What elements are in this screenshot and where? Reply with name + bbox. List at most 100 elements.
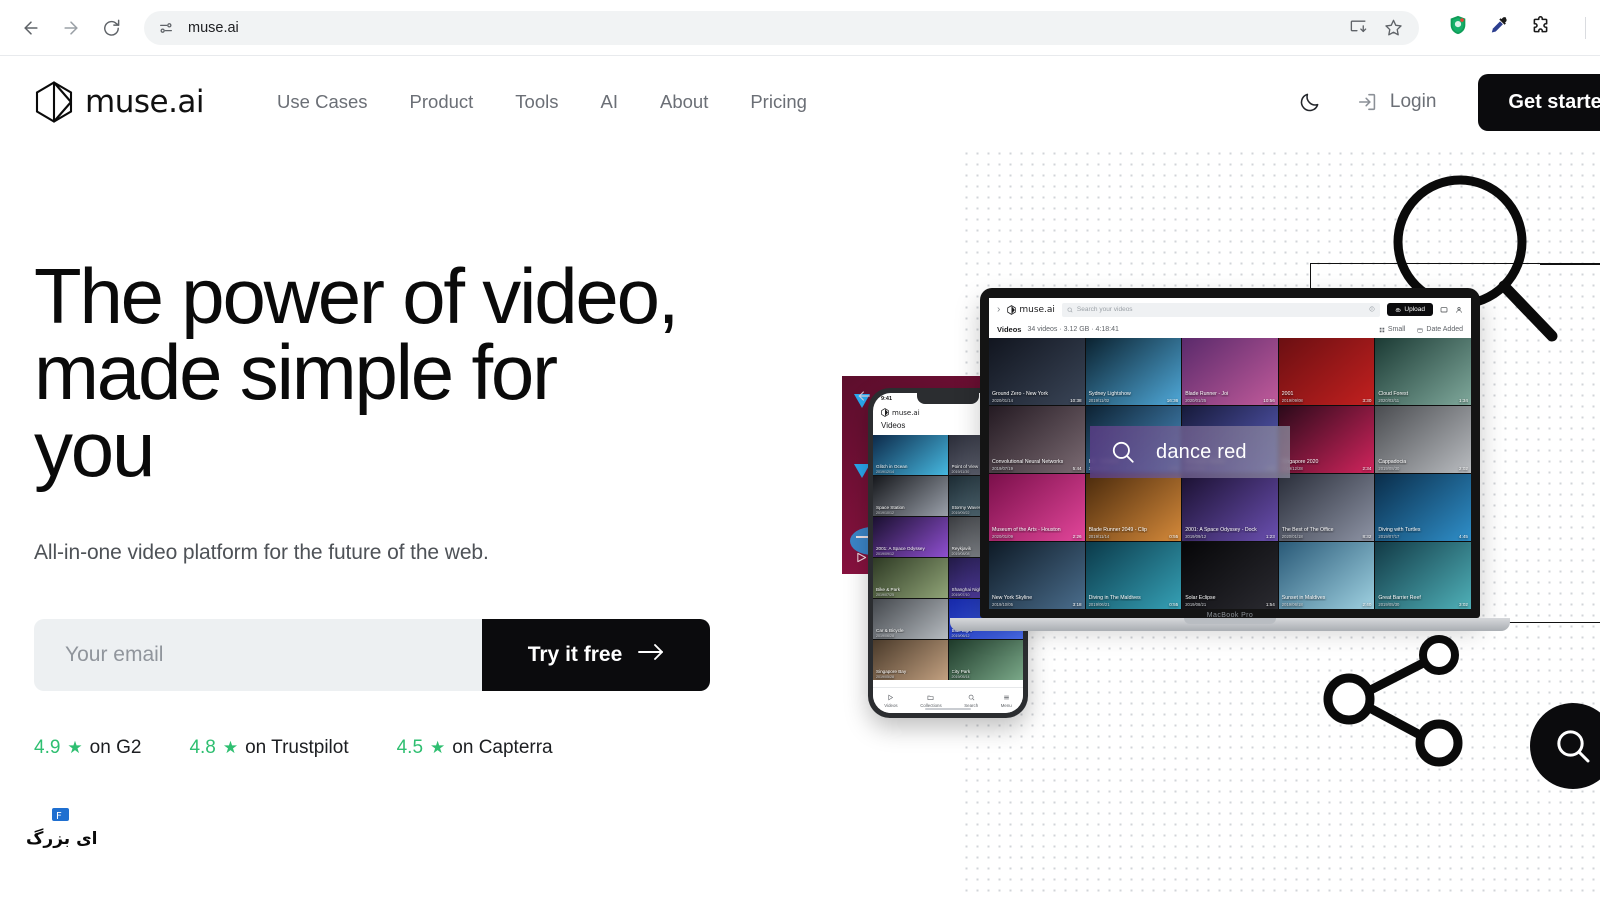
video-tile[interactable]: Diving in The Maldives 2019/06/21 0:55 [1085,542,1182,609]
video-tile[interactable]: The Best of The Office 2020/01/18 8:32 [1278,474,1375,541]
try-it-free-button[interactable]: Try it free [482,619,710,692]
video-duration: 2:02 [1459,466,1468,471]
grid-size-control[interactable]: Small [1379,326,1406,333]
phone-nav-collections[interactable]: Collections [920,694,942,708]
app-logo[interactable]: muse.ai [1007,305,1055,315]
arrow-right-icon [638,643,664,667]
video-tile[interactable]: Museum of the Arts - Houston 2020/01/09 2:… [989,474,1085,541]
video-title: Car & Bicycle [876,628,904,633]
video-title: The Best of The Office [1281,527,1334,533]
moon-icon[interactable] [1284,81,1335,124]
account-icon[interactable] [1455,306,1463,314]
video-date: 2019/11/14 [1088,534,1110,539]
eyedropper-extension-icon[interactable] [1489,15,1510,41]
video-date: 2019/12/14 [876,470,894,474]
app-logo-text: muse.ai [1019,304,1055,315]
video-tile[interactable]: Ground Zero - New York 2020/01/14 10:38 [989,338,1085,405]
video-tile[interactable]: Cappadocia 2019/08/30 2:02 [1375,406,1471,473]
info-icon[interactable] [1369,305,1375,314]
login-link[interactable]: Login [1335,81,1459,123]
video-title: Ground Zero - New York [992,391,1048,397]
video-tile[interactable]: 2001: A Space Odyssey - Dock 2019/09/12 1:… [1182,474,1278,541]
phone-video-tile[interactable]: Space Station 2019/10/12 [873,476,948,516]
search-overlay[interactable]: dance red [1090,426,1290,478]
phone-nav-videos[interactable]: Videos [884,694,898,708]
video-title: Diving with Turtles [1378,527,1421,533]
video-tile[interactable]: Sunset in Maldives 2019/06/18 2:40 [1278,542,1375,609]
video-duration: 0:55 [1169,534,1179,539]
video-duration: 0:55 [1169,602,1179,607]
app-search-input[interactable]: Search your videos [1061,302,1381,317]
play-icon[interactable] [856,552,867,566]
video-duration: 10:38 [1070,398,1082,403]
svg-text:ای بزرگ: ای بزرگ [26,829,97,849]
bookmark-star-icon[interactable] [1384,18,1403,37]
video-tile[interactable]: Cloud Forest 2020/02/11 1:34 [1375,338,1471,405]
laptop-model-label: MacBook Pro [1206,612,1254,619]
phone-video-tile[interactable]: Singapore Bay 2019/05/28 [873,640,948,680]
muse-hexagon-logo-icon [881,408,889,417]
phone-nav-menu[interactable]: Menu [1001,694,1012,708]
sort-control[interactable]: Date Added [1417,326,1463,333]
video-date: 2019/08/21 [1185,602,1207,607]
video-tile[interactable]: Diving with Turtles 2019/07/17 4:45 [1375,474,1471,541]
video-tile[interactable]: Solar Eclipse 2019/08/21 1:54 [1182,542,1278,609]
email-field[interactable] [34,619,482,692]
phone-video-tile[interactable]: City Park 2019/05/14 [948,640,1023,680]
size-label: Small [1387,326,1406,333]
rating-source: on G2 [89,737,142,759]
video-date: 2019/07/25 [876,593,894,597]
video-title: Glitch in Ocean [876,464,908,469]
chevron-right-icon[interactable]: › [997,304,1000,315]
extensions-puzzle-icon[interactable] [1530,15,1551,41]
video-tile[interactable]: Sydney Lightshow 2019/11/02 16:36 [1085,338,1182,405]
share-nodes-graphic [1323,635,1463,767]
video-title: Convolutional Neural Networks [992,459,1064,465]
video-tile[interactable]: New York Skyline 2019/10/05 3:18 [989,542,1085,609]
shield-extension-icon[interactable] [1447,14,1469,41]
nav-item-about[interactable]: About [639,83,729,121]
phone-video-tile[interactable]: Bike & Park 2019/07/25 [873,558,948,598]
video-date: 2019/06/28 [876,634,894,638]
main-navigation: Use Cases Product Tools AI About Pricing [256,83,828,121]
video-tile[interactable]: Convolutional Neural Networks 2019/07/19 5… [989,406,1085,473]
phone-nav-search[interactable]: Search [964,694,978,708]
back-button[interactable] [14,11,48,45]
logo[interactable]: muse.ai [34,80,205,124]
search-icon [1067,307,1073,312]
reload-button[interactable] [94,11,128,45]
video-tile[interactable]: Great Barrier Reef 2019/05/30 3:02 [1375,542,1471,609]
app-section-bar: Videos 34 videos · 3.12 GB · 4:18:41 Sma… [989,321,1471,338]
login-label: Login [1389,91,1437,112]
forward-button[interactable] [54,11,88,45]
video-duration: 10:56 [1263,398,1275,403]
video-tile[interactable]: Singapore 2020 2019/12/28 2:34 [1278,406,1375,473]
section-title: Videos [997,325,1022,334]
nav-item-ai[interactable]: AI [580,83,639,121]
menu-icon [1003,695,1009,699]
video-title: Blade Runner - Joi [1185,391,1229,397]
nav-item-product[interactable]: Product [389,83,495,121]
video-tile[interactable]: Blade Runner - Joi 2020/01/25 10:56 [1182,338,1278,405]
laptop-base [950,618,1510,631]
upload-button[interactable]: Upload [1387,303,1433,316]
nav-item-use-cases[interactable]: Use Cases [256,83,388,121]
site-settings-icon[interactable] [156,18,176,38]
get-started-button[interactable]: Get started [1478,73,1600,131]
phone-home-indicator [925,708,971,710]
phone-video-tile[interactable]: Car & Bicycle 2019/06/28 [873,599,948,639]
star-icon: ★ [222,738,239,758]
video-tile[interactable]: 2001 2019/09/08 3:30 [1278,338,1375,405]
video-date: 2019/06/21 [1088,602,1110,607]
address-bar[interactable]: muse.ai [144,10,1419,45]
video-tile[interactable]: Blade Runner 2049 - Clip 2019/11/14 0:55 [1085,474,1182,541]
phone-video-tile[interactable]: Glitch in Ocean 2019/12/14 [873,435,948,475]
phone-video-tile[interactable]: 2001: A Space Odyssey 2019/09/12 [873,517,948,557]
install-app-icon[interactable] [1349,18,1368,37]
nav-item-tools[interactable]: Tools [494,83,579,121]
nav-item-pricing[interactable]: Pricing [729,83,828,121]
screen-record-icon[interactable] [1440,306,1448,314]
headline-line-1: The power of video, [34,252,679,340]
video-title: New York Skyline [992,595,1033,601]
phone-nav-label: Search [964,702,979,708]
